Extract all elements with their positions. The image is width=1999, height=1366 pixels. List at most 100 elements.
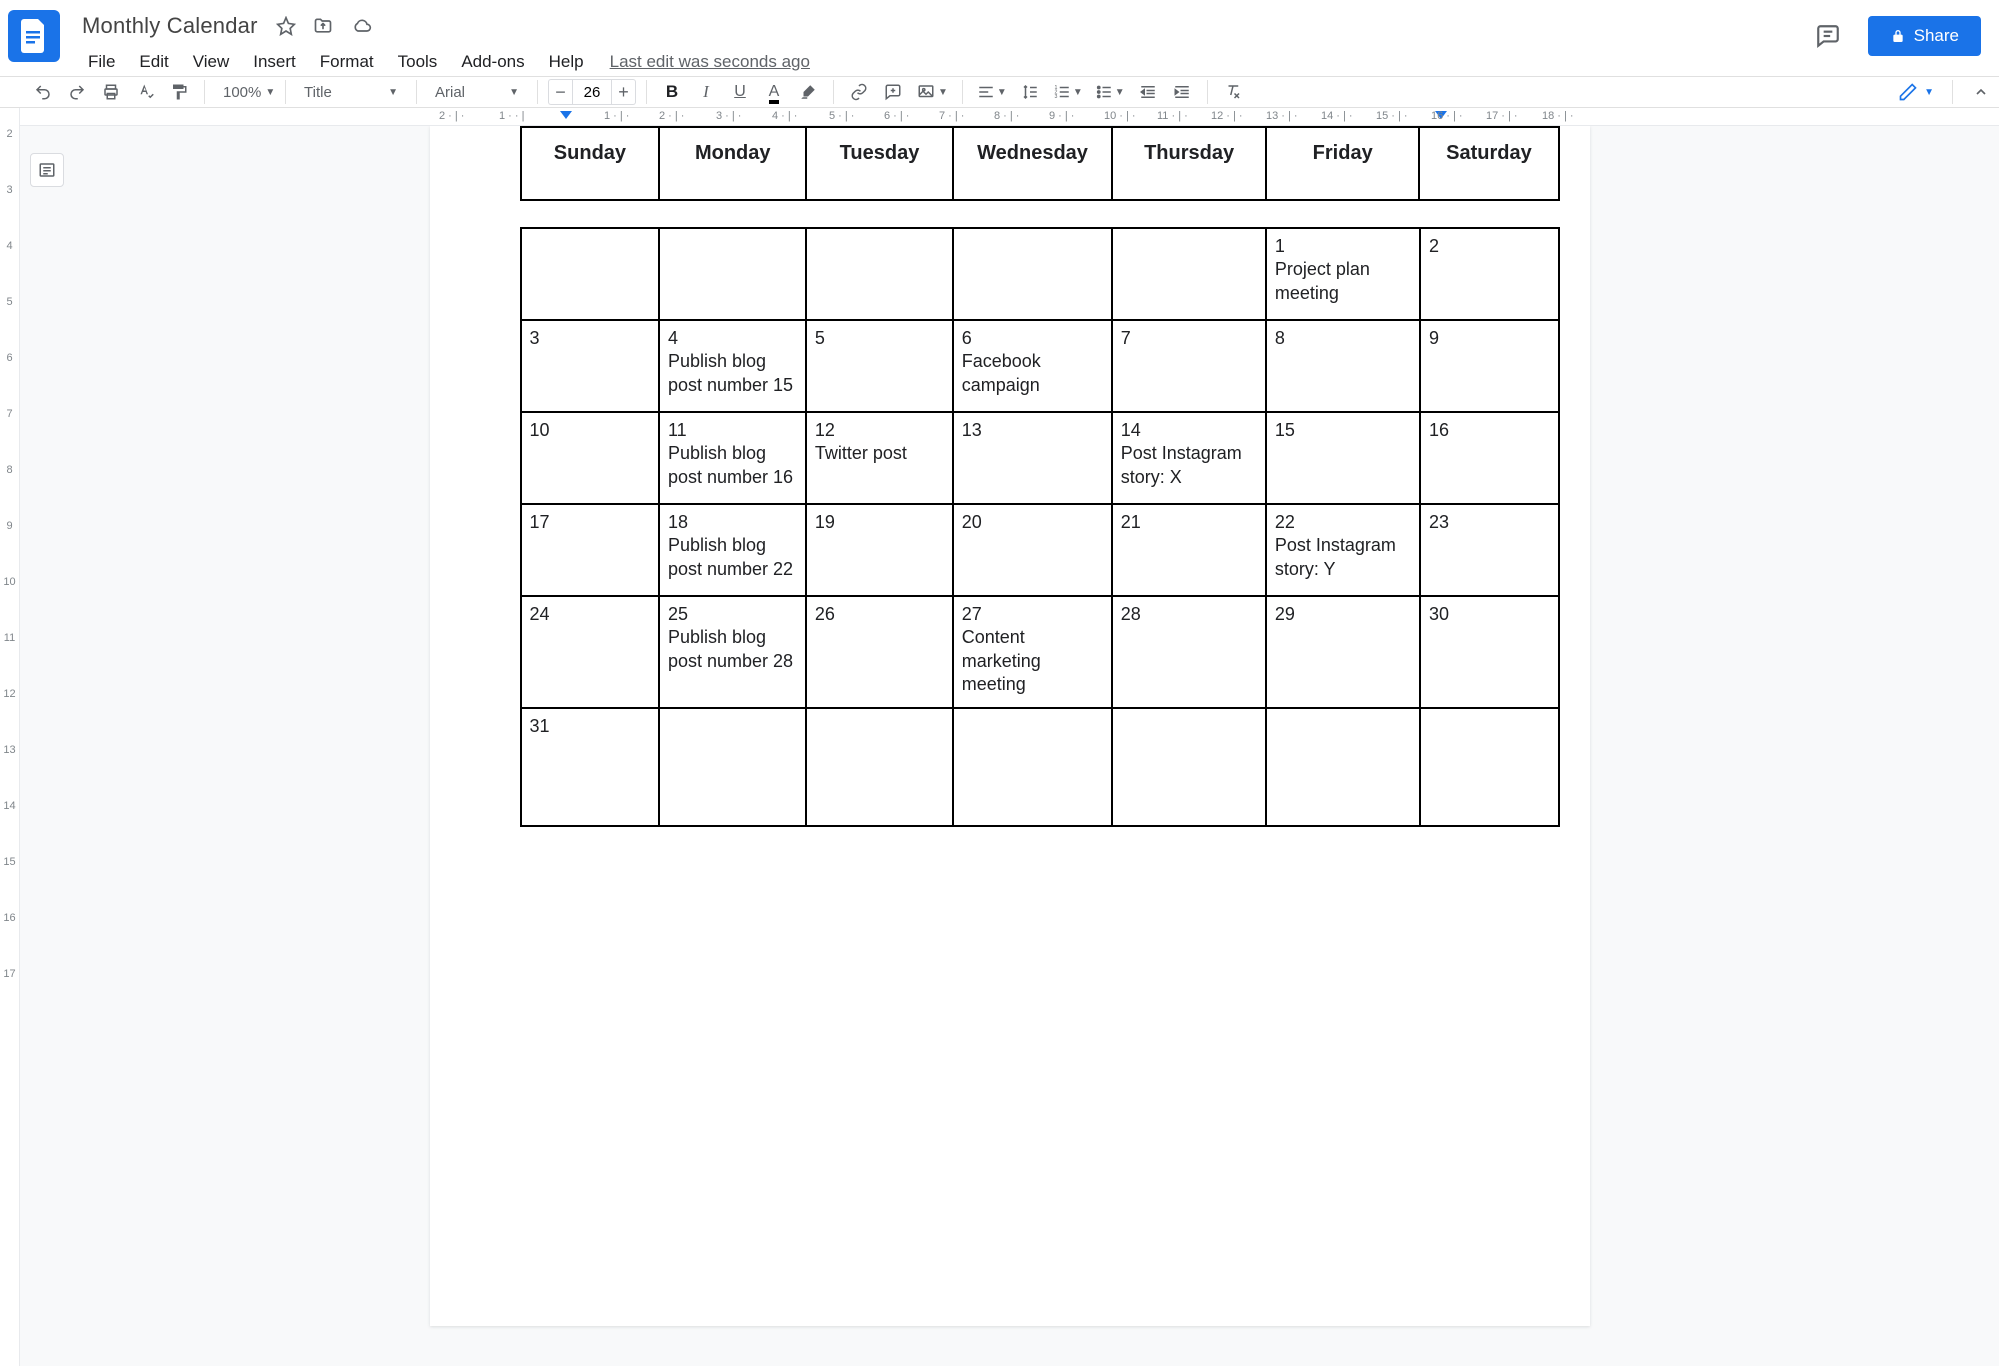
increase-indent-button[interactable] bbox=[1167, 77, 1197, 107]
menu-view[interactable]: View bbox=[183, 48, 240, 76]
calendar-cell[interactable]: 14Post Instagram story: X bbox=[1112, 412, 1266, 504]
calendar-cell[interactable]: 15 bbox=[1266, 412, 1420, 504]
calendar-cell[interactable]: 1Project plan meeting bbox=[1266, 228, 1420, 320]
bold-button[interactable]: B bbox=[657, 77, 687, 107]
calendar-cell[interactable]: 5 bbox=[806, 320, 953, 412]
menu-format[interactable]: Format bbox=[310, 48, 384, 76]
calendar-cell[interactable]: 12Twitter post bbox=[806, 412, 953, 504]
vruler-tick: 12 bbox=[0, 688, 19, 700]
calendar-cell[interactable]: 6Facebook campaign bbox=[953, 320, 1112, 412]
document-scroll-area[interactable]: SundayMondayTuesdayWednesdayThursdayFrid… bbox=[20, 126, 1999, 1366]
document-outline-button[interactable] bbox=[30, 153, 64, 187]
menu-file[interactable]: File bbox=[78, 48, 125, 76]
day-header[interactable]: Saturday bbox=[1419, 127, 1558, 200]
open-comments-button[interactable] bbox=[1806, 14, 1850, 58]
calendar-cell[interactable] bbox=[659, 708, 806, 826]
highlight-button[interactable] bbox=[793, 77, 823, 107]
calendar-cell[interactable] bbox=[521, 228, 659, 320]
day-header[interactable]: Wednesday bbox=[953, 127, 1112, 200]
calendar-cell[interactable]: 31 bbox=[521, 708, 659, 826]
bulleted-list-button[interactable]: ▼ bbox=[1091, 77, 1129, 107]
day-header[interactable]: Tuesday bbox=[806, 127, 953, 200]
calendar-cell[interactable]: 11Publish blog post number 16 bbox=[659, 412, 806, 504]
calendar-cell[interactable]: 4Publish blog post number 15 bbox=[659, 320, 806, 412]
calendar-cell[interactable] bbox=[1112, 708, 1266, 826]
calendar-cell[interactable]: 28 bbox=[1112, 596, 1266, 708]
calendar-cell[interactable]: 17 bbox=[521, 504, 659, 596]
left-indent-marker[interactable] bbox=[560, 111, 572, 119]
print-button[interactable] bbox=[96, 77, 126, 107]
decrease-indent-button[interactable] bbox=[1133, 77, 1163, 107]
italic-button[interactable]: I bbox=[691, 77, 721, 107]
editing-mode-button[interactable]: ▼ bbox=[1890, 78, 1942, 106]
day-header[interactable]: Friday bbox=[1266, 127, 1419, 200]
calendar-cell[interactable]: 29 bbox=[1266, 596, 1420, 708]
calendar-cell[interactable] bbox=[1266, 708, 1420, 826]
calendar-cell[interactable] bbox=[953, 708, 1112, 826]
share-button[interactable]: Share bbox=[1868, 16, 1981, 56]
calendar-body-table[interactable]: 1Project plan meeting234Publish blog pos… bbox=[520, 227, 1560, 827]
paint-format-button[interactable] bbox=[164, 77, 194, 107]
menu-tools[interactable]: Tools bbox=[388, 48, 448, 76]
cloud-status-icon[interactable] bbox=[350, 16, 374, 36]
insert-link-button[interactable] bbox=[844, 77, 874, 107]
calendar-cell[interactable] bbox=[1112, 228, 1266, 320]
decrease-font-size-button[interactable]: − bbox=[548, 79, 572, 105]
calendar-cell[interactable]: 10 bbox=[521, 412, 659, 504]
font-select[interactable]: Arial▼ bbox=[427, 77, 527, 107]
calendar-cell[interactable] bbox=[806, 228, 953, 320]
line-spacing-button[interactable] bbox=[1015, 77, 1045, 107]
redo-button[interactable] bbox=[62, 77, 92, 107]
calendar-header-table[interactable]: SundayMondayTuesdayWednesdayThursdayFrid… bbox=[520, 126, 1560, 201]
calendar-cell[interactable]: 13 bbox=[953, 412, 1112, 504]
calendar-cell[interactable]: 22Post Instagram story: Y bbox=[1266, 504, 1420, 596]
calendar-cell[interactable] bbox=[953, 228, 1112, 320]
zoom-select[interactable]: 100%▼ bbox=[215, 77, 275, 107]
font-size-input[interactable] bbox=[572, 79, 612, 105]
calendar-cell[interactable]: 24 bbox=[521, 596, 659, 708]
text-color-button[interactable]: A bbox=[759, 77, 789, 107]
menu-edit[interactable]: Edit bbox=[129, 48, 178, 76]
undo-button[interactable] bbox=[28, 77, 58, 107]
collapse-toolbar-button[interactable] bbox=[1973, 84, 1989, 100]
calendar-cell[interactable]: 20 bbox=[953, 504, 1112, 596]
calendar-cell[interactable]: 19 bbox=[806, 504, 953, 596]
increase-font-size-button[interactable]: + bbox=[612, 79, 636, 105]
calendar-cell[interactable]: 18Publish blog post number 22 bbox=[659, 504, 806, 596]
calendar-cell[interactable]: 8 bbox=[1266, 320, 1420, 412]
menu-insert[interactable]: Insert bbox=[243, 48, 306, 76]
calendar-cell[interactable]: 25Publish blog post number 28 bbox=[659, 596, 806, 708]
calendar-cell[interactable]: 16 bbox=[1420, 412, 1559, 504]
calendar-cell[interactable]: 3 bbox=[521, 320, 659, 412]
calendar-cell[interactable] bbox=[659, 228, 806, 320]
calendar-cell[interactable]: 23 bbox=[1420, 504, 1559, 596]
calendar-cell[interactable] bbox=[1420, 708, 1559, 826]
calendar-cell[interactable]: 21 bbox=[1112, 504, 1266, 596]
align-button[interactable]: ▼ bbox=[973, 77, 1011, 107]
clear-formatting-button[interactable] bbox=[1218, 77, 1248, 107]
menu-addons[interactable]: Add-ons bbox=[451, 48, 534, 76]
paragraph-style-select[interactable]: Title▼ bbox=[296, 77, 406, 107]
day-header[interactable]: Sunday bbox=[521, 127, 660, 200]
calendar-cell[interactable]: 7 bbox=[1112, 320, 1266, 412]
calendar-cell[interactable] bbox=[806, 708, 953, 826]
document-page[interactable]: SundayMondayTuesdayWednesdayThursdayFrid… bbox=[430, 126, 1590, 1326]
spellcheck-button[interactable] bbox=[130, 77, 160, 107]
calendar-cell[interactable]: 2 bbox=[1420, 228, 1559, 320]
move-icon[interactable] bbox=[312, 16, 334, 36]
numbered-list-button[interactable]: 123▼ bbox=[1049, 77, 1087, 107]
insert-comment-button[interactable] bbox=[878, 77, 908, 107]
calendar-cell[interactable]: 30 bbox=[1420, 596, 1559, 708]
calendar-cell[interactable]: 26 bbox=[806, 596, 953, 708]
underline-button[interactable]: U bbox=[725, 77, 755, 107]
star-icon[interactable] bbox=[276, 16, 296, 36]
insert-image-button[interactable]: ▼ bbox=[912, 77, 952, 107]
docs-home-icon[interactable] bbox=[8, 10, 60, 62]
calendar-cell[interactable]: 9 bbox=[1420, 320, 1559, 412]
calendar-cell[interactable]: 27Content marketing meeting bbox=[953, 596, 1112, 708]
day-header[interactable]: Monday bbox=[659, 127, 806, 200]
last-edit-link[interactable]: Last edit was seconds ago bbox=[610, 52, 810, 72]
day-header[interactable]: Thursday bbox=[1112, 127, 1266, 200]
menu-help[interactable]: Help bbox=[539, 48, 594, 76]
document-title[interactable]: Monthly Calendar bbox=[78, 11, 262, 41]
